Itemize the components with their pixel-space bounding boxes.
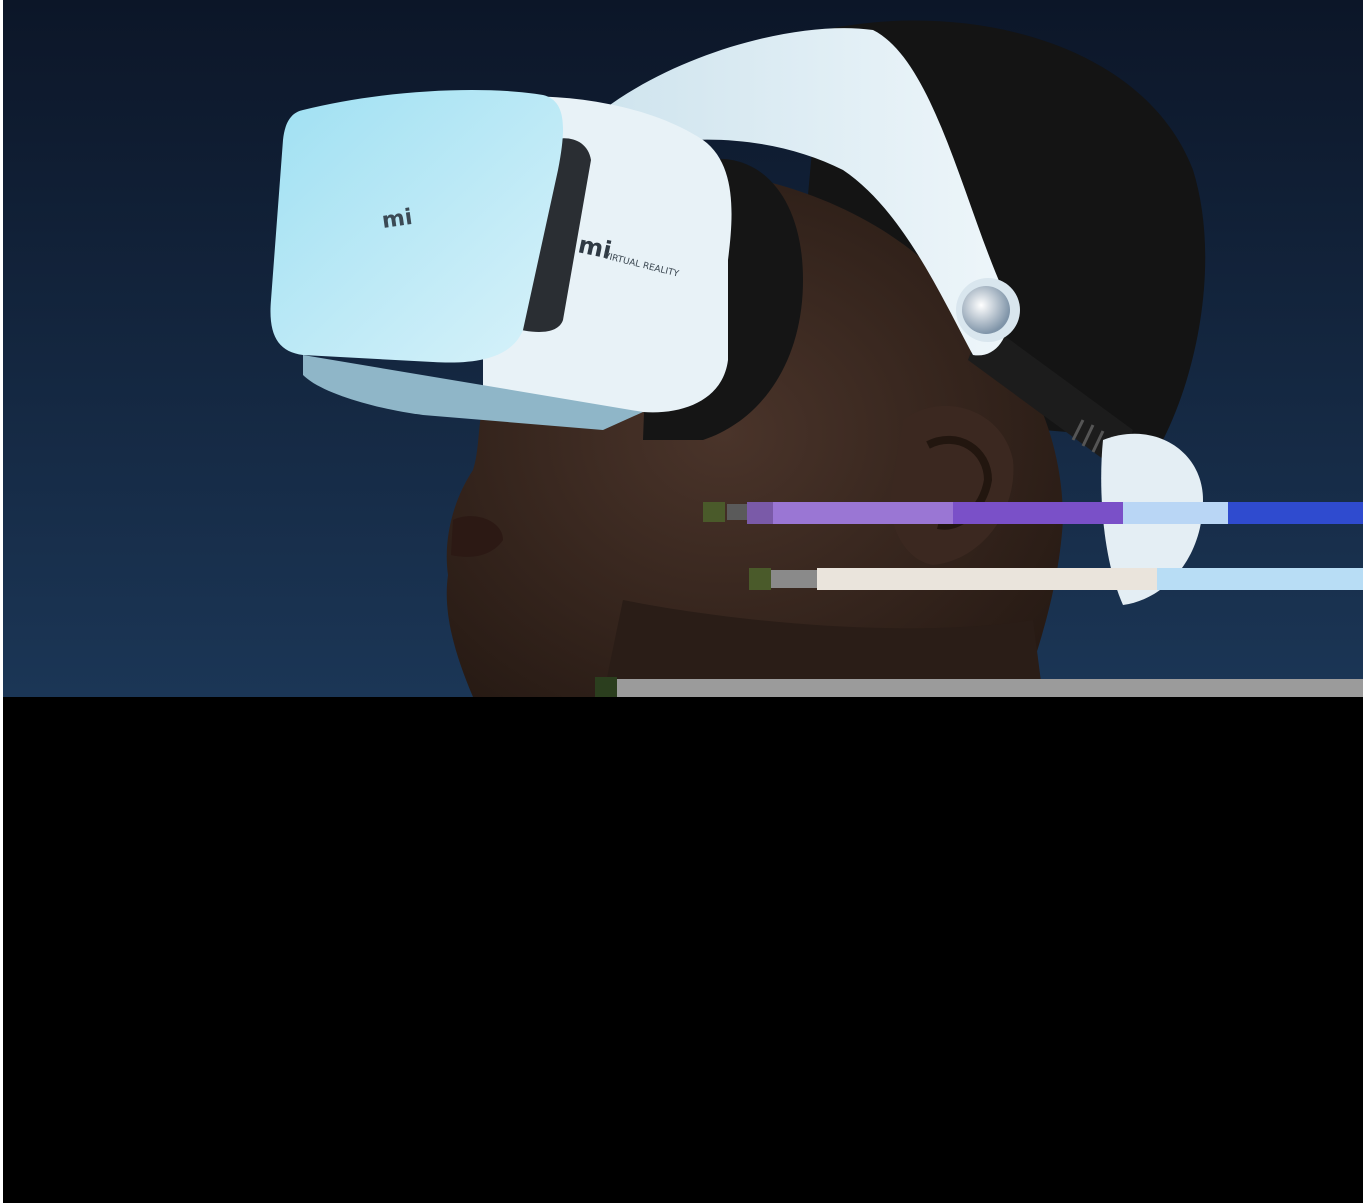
adjustment-knob-icon — [962, 286, 1010, 334]
glitch-band-gray — [617, 679, 1363, 697]
headset-front — [270, 90, 563, 363]
front-logo: mi — [380, 205, 414, 234]
photo-illustration: mi mi VIRTUAL REALITY — [3, 0, 1363, 697]
glitch-band-purple — [773, 502, 953, 524]
black-lower-area — [3, 697, 1363, 1203]
glitch-band-blue — [1228, 502, 1363, 524]
vr-headset-photo: mi mi VIRTUAL REALITY — [3, 0, 1363, 697]
photo-stage: mi mi VIRTUAL REALITY — [0, 0, 1363, 1203]
glitch-band-white — [817, 568, 1157, 590]
